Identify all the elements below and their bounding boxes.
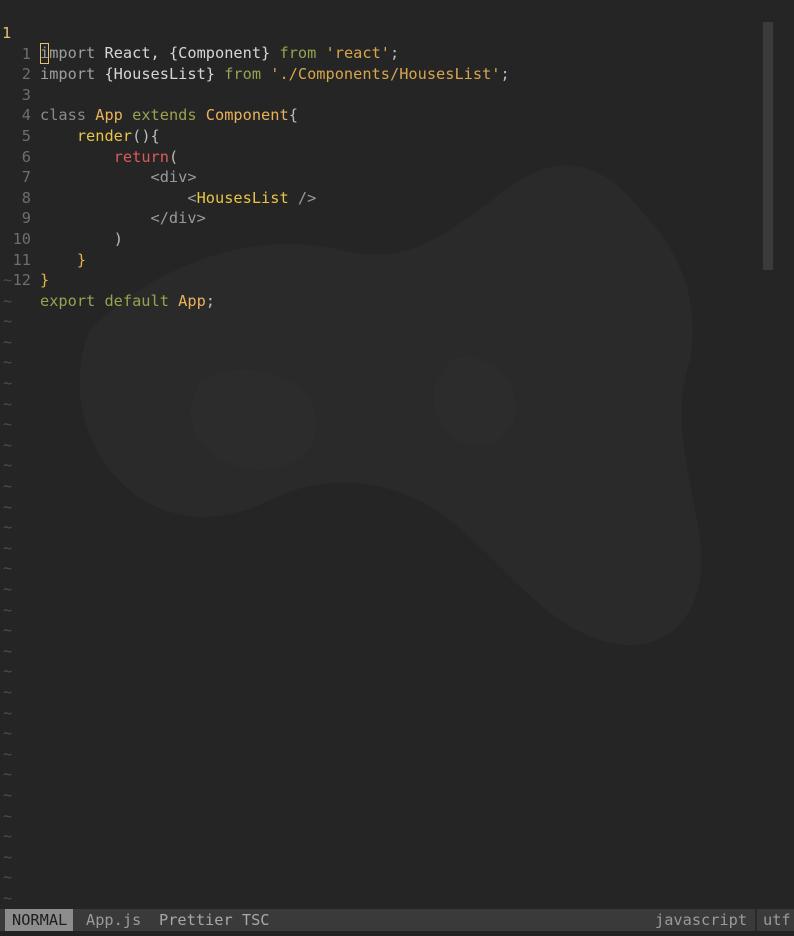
empty-line-marker: ~ bbox=[3, 497, 13, 516]
code-line[interactable]: 1 import {HousesList} from './Components… bbox=[0, 23, 510, 84]
empty-line-marker: ~ bbox=[3, 806, 13, 825]
code-line[interactable]: 12 export default App; bbox=[0, 250, 215, 310]
empty-line-marker: ~ bbox=[3, 621, 13, 640]
empty-line-marker: ~ bbox=[3, 518, 13, 537]
scrollbar-thumb[interactable] bbox=[763, 22, 773, 270]
empty-line-marker: ~ bbox=[3, 847, 13, 866]
empty-line-marker: ~ bbox=[3, 641, 13, 660]
status-filename: App.js bbox=[86, 911, 142, 929]
empty-line-marker: ~ bbox=[3, 477, 13, 495]
code-text[interactable]: </div> bbox=[40, 208, 206, 229]
status-plugins: Prettier TSC bbox=[159, 911, 270, 929]
code-line[interactable]: 10 } bbox=[0, 208, 86, 269]
empty-line-marker: ~ bbox=[3, 435, 13, 454]
empty-line-marker: ~ bbox=[3, 724, 13, 743]
status-bar: NORMAL App.js Prettier TSC javascript ut… bbox=[0, 909, 794, 931]
status-encoding: utf bbox=[763, 911, 791, 929]
code-line[interactable]: 5 return( bbox=[0, 105, 178, 166]
empty-line-marker: ~ bbox=[3, 332, 13, 351]
code-line[interactable]: 3 class App extends Component{ bbox=[0, 64, 298, 125]
empty-line-marker: ~ bbox=[3, 291, 13, 310]
code-line[interactable]: 6 <div> bbox=[0, 126, 197, 187]
empty-line-marker: ~ bbox=[3, 559, 13, 578]
code-text[interactable]: import React, {Component} from 'react'; bbox=[40, 43, 399, 64]
code-text[interactable]: return( bbox=[40, 147, 178, 168]
empty-line-marker: ~ bbox=[3, 456, 13, 475]
code-text[interactable]: export default App; bbox=[40, 291, 215, 312]
text-cursor: i bbox=[40, 43, 50, 64]
empty-line-marker: ~ bbox=[3, 765, 13, 784]
empty-line-marker: ~ bbox=[3, 744, 13, 763]
code-line[interactable]: 4 render(){ bbox=[0, 85, 160, 145]
status-filetype: javascript bbox=[655, 911, 748, 929]
empty-line-marker: ~ bbox=[3, 538, 13, 557]
empty-line-marker: ~ bbox=[3, 415, 13, 434]
empty-line-marker: ~ bbox=[3, 271, 13, 289]
empty-line-marker: ~ bbox=[3, 786, 13, 804]
mode-indicator: NORMAL bbox=[5, 909, 74, 931]
status-separator bbox=[755, 909, 757, 931]
empty-line-marker: ~ bbox=[3, 312, 13, 331]
code-text[interactable]: } bbox=[40, 270, 49, 291]
code-text[interactable]: class App extends Component{ bbox=[40, 105, 298, 126]
code-text[interactable]: <HousesList /> bbox=[40, 188, 316, 209]
empty-line-marker: ~ bbox=[3, 683, 13, 701]
empty-line-marker: ~ bbox=[3, 600, 13, 619]
empty-line-marker: ~ bbox=[3, 703, 13, 722]
empty-line-marker: ~ bbox=[3, 868, 13, 887]
code-text[interactable]: ) bbox=[40, 229, 123, 250]
code-text[interactable]: } bbox=[40, 250, 86, 271]
empty-line-marker: ~ bbox=[3, 394, 13, 413]
code-line[interactable]: 2 bbox=[0, 44, 37, 83]
command-line[interactable] bbox=[0, 931, 794, 936]
code-line[interactable]: 9 ) bbox=[0, 188, 123, 248]
empty-line-marker: ~ bbox=[3, 374, 13, 392]
empty-line-marker: ~ bbox=[3, 889, 13, 907]
code-line[interactable]: 8 </div> bbox=[0, 167, 206, 228]
empty-line-marker: ~ bbox=[3, 827, 13, 846]
empty-line-marker: ~ bbox=[3, 580, 13, 598]
code-text[interactable]: import {HousesList} from './Components/H… bbox=[40, 64, 510, 85]
empty-line-marker: ~ bbox=[3, 353, 13, 372]
code-text[interactable]: <div> bbox=[40, 167, 197, 188]
code-line[interactable]: 11 } bbox=[0, 229, 50, 290]
code-line[interactable]: 7 <HousesList /> bbox=[0, 147, 317, 207]
code-line-current[interactable]: 1 import React, {Component} from 'react'… bbox=[0, 2, 399, 64]
empty-line-marker: ~ bbox=[3, 662, 13, 681]
code-text[interactable]: render(){ bbox=[40, 126, 160, 147]
